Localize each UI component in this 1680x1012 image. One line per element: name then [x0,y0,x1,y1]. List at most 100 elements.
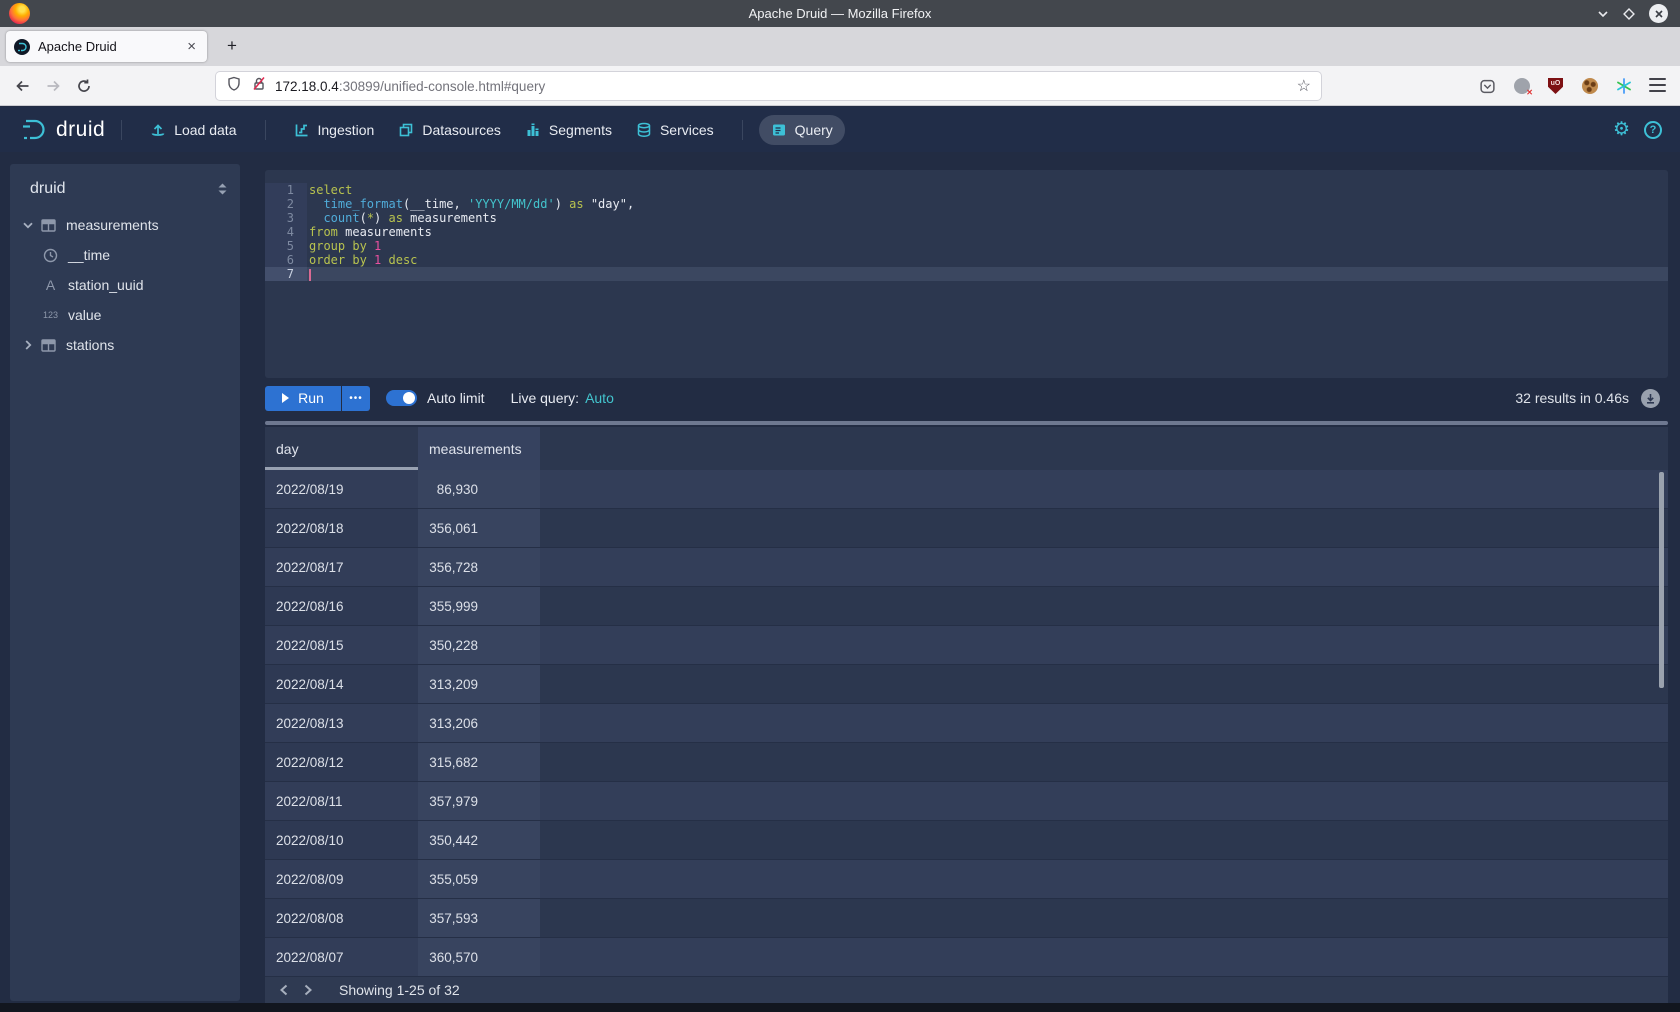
table-row[interactable]: 2022/08/14313,209 [265,665,1668,704]
cell-measurements: 313,209 [418,665,540,704]
tree-item-label: stations [66,337,114,353]
row-filler [540,782,1668,821]
table-row[interactable]: 2022/08/09355,059 [265,860,1668,899]
cell-measurements: 360,570 [418,938,540,977]
chevron-right-icon [25,340,32,350]
browser-window: Apache Druid — Mozilla Firefox Apache Dr… [0,0,1680,1012]
divider [265,120,266,140]
column-item-station_uuid[interactable]: Astation_uuid [10,270,240,300]
prev-page-icon[interactable] [279,984,289,996]
column-header-measurements[interactable]: measurements [418,427,540,470]
tree-item-label: __time [68,247,110,263]
run-bar: Run ••• Auto limit Live query: Auto 32 r… [265,384,1668,412]
run-button[interactable]: Run [265,386,341,411]
row-filler [540,626,1668,665]
tab-apache-druid[interactable]: Apache Druid × [6,31,207,62]
back-icon[interactable] [14,78,31,94]
url-input[interactable]: 172.18.0.4:30899/unified-console.html#qu… [216,72,1321,100]
table-row[interactable]: 2022/08/13313,206 [265,704,1668,743]
table-row[interactable]: 2022/08/11357,979 [265,782,1668,821]
table-item-stations[interactable]: stations [10,330,240,360]
pinwheel-extension-icon[interactable] [1615,78,1632,95]
load-data-icon [150,122,166,138]
cell-day: 2022/08/12 [265,743,418,782]
next-page-icon[interactable] [303,984,313,996]
ingestion-icon [294,122,310,138]
row-filler [540,938,1668,977]
sort-icon[interactable] [217,182,228,196]
number-type-icon: 123 [43,310,58,320]
tree-item-label: measurements [66,217,159,233]
cell-day: 2022/08/17 [265,548,418,587]
forward-icon[interactable] [45,78,62,94]
table-item-measurements[interactable]: measurements [10,210,240,240]
table-row[interactable]: 2022/08/16355,999 [265,587,1668,626]
download-icon[interactable] [1641,389,1660,408]
minimize-icon[interactable] [1597,8,1609,20]
pocket-icon[interactable] [1479,78,1496,95]
table-row[interactable]: 2022/08/1986,930 [265,470,1668,509]
tree-item-label: station_uuid [68,277,144,293]
cell-day: 2022/08/08 [265,899,418,938]
privacy-extension-icon[interactable]: ✕ [1513,78,1530,95]
table-row[interactable]: 2022/08/12315,682 [265,743,1668,782]
result-summary: 32 results in 0.46s [1515,390,1629,406]
sql-editor[interactable]: 1select2 time_format(__time, 'YYYY/MM/dd… [265,170,1668,378]
line-number: 4 [265,225,307,239]
divider [121,120,122,140]
live-query-value[interactable]: Auto [585,390,614,406]
string-type-icon: A [46,277,55,293]
menu-icon[interactable] [1649,78,1666,92]
cookie-extension-icon[interactable] [1581,78,1598,95]
table-row[interactable]: 2022/08/10350,442 [265,821,1668,860]
ublock-origin-icon[interactable]: uO [1547,78,1564,95]
bookmark-star-icon[interactable]: ☆ [1297,76,1311,96]
nav-query[interactable]: Query [759,115,845,145]
reload-icon[interactable] [76,78,92,94]
help-icon[interactable]: ? [1644,121,1662,139]
maximize-icon[interactable] [1623,8,1635,20]
close-icon[interactable] [1649,4,1668,23]
url-toolbar: 172.18.0.4:30899/unified-console.html#qu… [0,66,1680,106]
tracking-protection-shield-icon[interactable] [226,76,242,97]
run-more-button[interactable]: ••• [342,386,370,411]
results-table: 2022/08/1986,9302022/08/18356,0612022/08… [265,470,1668,977]
row-filler [540,860,1668,899]
druid-header: druid Load data Ingestion Datasources Se… [0,107,1680,152]
nav-segments[interactable]: Segments [513,115,624,145]
settings-gear-icon[interactable]: ⚙ [1613,120,1630,139]
table-row[interactable]: 2022/08/08357,593 [265,899,1668,938]
druid-logo[interactable]: druid [20,117,105,143]
results-scrollbar[interactable] [1659,472,1664,688]
code-line-3: 3 count(*) as measurements [265,211,1668,225]
nav-load-data[interactable]: Load data [138,115,248,145]
column-item-__time[interactable]: __time [10,240,240,270]
table-row[interactable]: 2022/08/07360,570 [265,938,1668,977]
new-tab-button[interactable]: + [219,33,245,59]
cell-day: 2022/08/15 [265,626,418,665]
table-row[interactable]: 2022/08/17356,728 [265,548,1668,587]
results-footer: Showing 1-25 of 32 [265,977,1668,1003]
play-icon [282,393,289,403]
chevron-down-icon [23,222,33,229]
tab-close-icon[interactable]: × [184,38,199,55]
cell-measurements: 350,228 [418,626,540,665]
column-header-day[interactable]: day [265,427,418,470]
row-filler [540,704,1668,743]
line-number: 6 [265,253,307,267]
column-item-value[interactable]: 123value [10,300,240,330]
nav-services[interactable]: Services [624,115,726,145]
services-icon [636,122,652,138]
editor-results-splitter[interactable] [265,421,1668,425]
nav-datasources[interactable]: Datasources [386,115,513,145]
cell-measurements: 355,999 [418,587,540,626]
insecure-lock-icon[interactable] [251,76,267,97]
url-text: 172.18.0.4:30899/unified-console.html#qu… [275,79,1289,94]
nav-ingestion[interactable]: Ingestion [282,115,387,145]
table-row[interactable]: 2022/08/18356,061 [265,509,1668,548]
cell-measurements: 357,979 [418,782,540,821]
auto-limit-toggle[interactable] [386,390,417,406]
code-line-7: 7 [265,267,1668,281]
divider [742,120,743,140]
table-row[interactable]: 2022/08/15350,228 [265,626,1668,665]
